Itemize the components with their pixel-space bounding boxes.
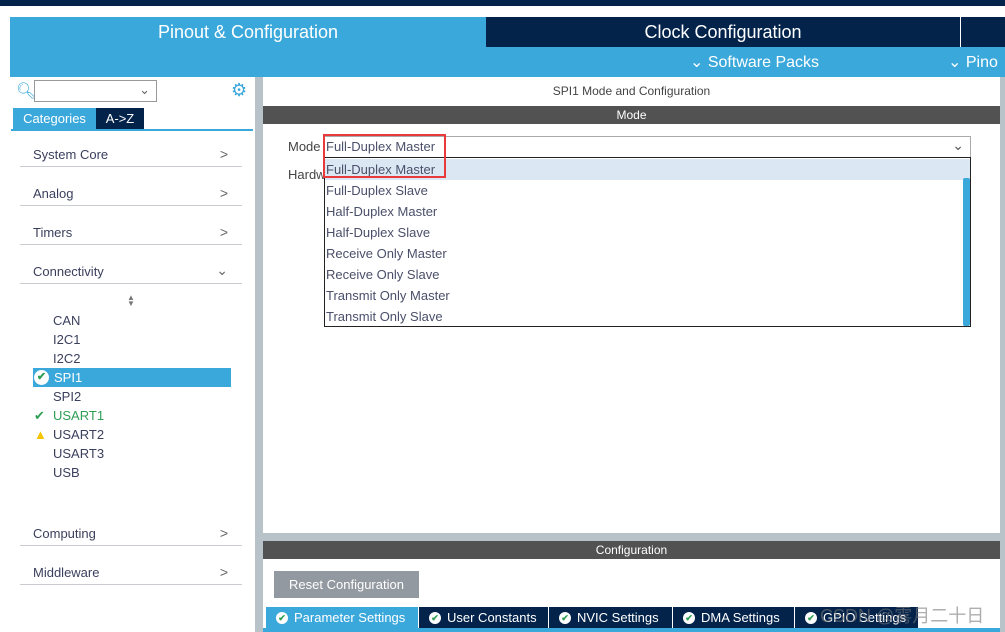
pinout-menu[interactable]: ⌄ Pino: [948, 52, 998, 72]
chevron-right-icon: >: [219, 525, 228, 541]
chevron-down-icon: ⌄: [690, 54, 704, 71]
chevron-down-icon: ⌄: [139, 82, 150, 97]
check-circle-icon: ✔: [559, 611, 571, 624]
category-system-core[interactable]: System Core >: [20, 128, 242, 167]
peripheral-can[interactable]: CAN: [53, 311, 80, 330]
option-receive-only-slave[interactable]: Receive Only Slave: [326, 264, 439, 285]
peripheral-usart3[interactable]: USART3: [53, 444, 104, 463]
tab-more[interactable]: [961, 17, 1005, 47]
peripheral-i2c2[interactable]: I2C2: [53, 349, 80, 368]
watermark: CSDN @雾月二十日: [820, 606, 985, 626]
check-circle-icon: ✔: [683, 611, 695, 624]
check-circle-icon: ✔: [34, 370, 49, 385]
chevron-right-icon: >: [219, 185, 228, 201]
category-analog[interactable]: Analog >: [20, 167, 242, 206]
tab-parameter-settings[interactable]: ✔ Parameter Settings: [266, 607, 419, 628]
check-circle-icon: ✔: [276, 611, 288, 624]
category-middleware[interactable]: Middleware >: [20, 546, 242, 585]
search-input[interactable]: ⌄: [34, 80, 157, 102]
chevron-down-icon: ⌄: [948, 54, 962, 71]
peripheral-spi1[interactable]: SPI1: [54, 368, 82, 387]
pinout-menu-label: Pino: [965, 54, 998, 71]
mode-label: Mode: [288, 139, 321, 154]
peripheral-spi2[interactable]: SPI2: [53, 387, 81, 406]
option-transmit-only-slave[interactable]: Transmit Only Slave: [326, 306, 443, 327]
category-computing[interactable]: Computing >: [20, 507, 242, 546]
tab-user-constants[interactable]: ✔ User Constants: [419, 607, 549, 628]
horizontal-splitter[interactable]: [263, 533, 1005, 541]
check-circle-icon: ✔: [805, 611, 817, 624]
peripheral-usart2[interactable]: USART2: [53, 425, 104, 444]
warning-icon: ▲: [34, 427, 47, 442]
software-packs-menu[interactable]: ⌄ Software Packs: [690, 52, 819, 72]
option-full-duplex-slave[interactable]: Full-Duplex Slave: [326, 180, 428, 201]
mode-header: Mode: [263, 106, 1000, 124]
dropdown-scrollbar[interactable]: [963, 178, 970, 326]
tab-dma-settings[interactable]: ✔ DMA Settings: [673, 607, 795, 628]
check-circle-icon: ✔: [429, 611, 441, 624]
option-transmit-only-master[interactable]: Transmit Only Master: [326, 285, 450, 306]
option-half-duplex-master[interactable]: Half-Duplex Master: [326, 201, 437, 222]
chevron-down-icon: ⌄: [216, 262, 228, 278]
chevron-right-icon: >: [219, 564, 228, 580]
peripheral-i2c1[interactable]: I2C1: [53, 330, 80, 349]
tab-a-z[interactable]: A->Z: [96, 108, 144, 129]
category-connectivity[interactable]: Connectivity ⌄: [20, 245, 242, 284]
gear-icon[interactable]: ⚙: [231, 80, 247, 101]
right-edge: [1000, 77, 1005, 632]
sort-icon[interactable]: ▲ ▼: [127, 294, 135, 308]
software-packs-label: Software Packs: [707, 54, 820, 71]
peripheral-usart1[interactable]: USART1: [53, 406, 104, 425]
hardware-label: Hardw: [288, 167, 326, 182]
tab-pinout-configuration[interactable]: Pinout & Configuration: [10, 17, 486, 47]
panel-title: SPI1 Mode and Configuration: [552, 84, 711, 98]
tab-categories[interactable]: Categories: [13, 108, 96, 129]
category-timers[interactable]: Timers >: [20, 206, 242, 245]
chevron-right-icon: >: [219, 146, 228, 162]
chevron-down-icon: ⌄: [952, 137, 964, 153]
panel-splitter[interactable]: [255, 77, 263, 632]
check-icon: ✔: [34, 408, 45, 423]
tab-clock-configuration[interactable]: Clock Configuration: [486, 17, 960, 47]
reset-configuration-button[interactable]: Reset Configuration: [274, 571, 419, 598]
peripheral-usb[interactable]: USB: [53, 463, 80, 482]
annotation-red-box: [323, 134, 446, 178]
configuration-header: Configuration: [263, 541, 1000, 559]
option-half-duplex-slave[interactable]: Half-Duplex Slave: [326, 222, 430, 243]
option-receive-only-master[interactable]: Receive Only Master: [326, 243, 447, 264]
tab-nvic-settings[interactable]: ✔ NVIC Settings: [549, 607, 673, 628]
title-strip: [0, 0, 1005, 6]
tabs-underline: [263, 628, 1000, 632]
subnav-bar: ⌄ Software Packs ⌄ Pino: [10, 47, 1005, 77]
chevron-right-icon: >: [219, 224, 228, 240]
